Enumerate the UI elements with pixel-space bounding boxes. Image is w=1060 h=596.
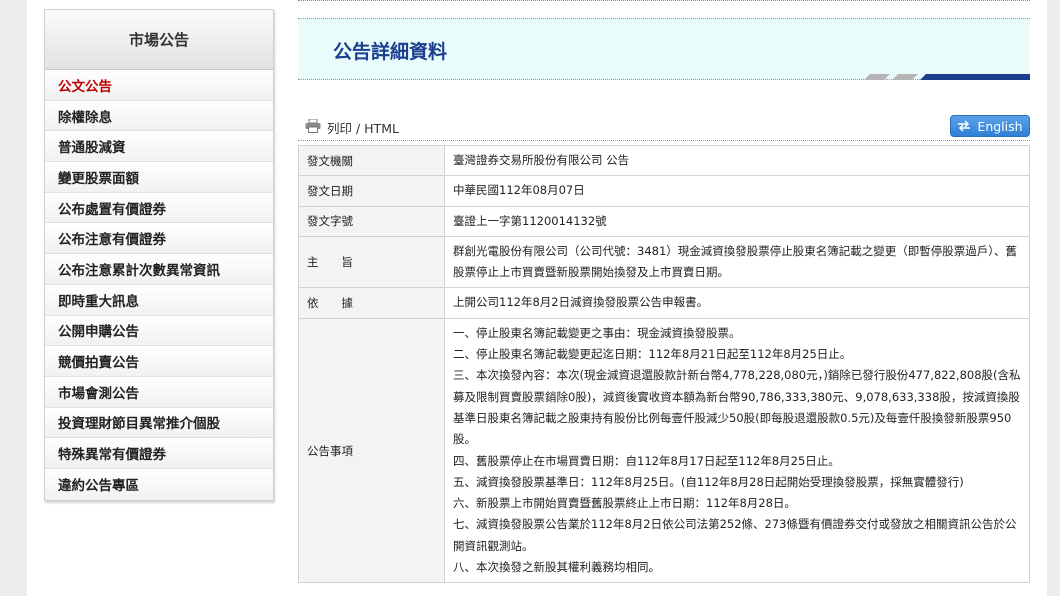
sidebar-item-attention-count[interactable]: 公布注意累計次數異常資訊	[45, 254, 273, 285]
matter-item: 五、減資換發股票基準日：112年8月25日。(自112年8月28日起開始受理換發…	[453, 474, 964, 489]
basis-value: 上開公司112年8月2日減資換發股票公告申報書。	[444, 287, 1030, 319]
issuer-label: 發文機關	[298, 144, 445, 177]
english-button-label: English	[977, 118, 1023, 134]
title-banner: 公告詳細資料	[298, 18, 1030, 80]
matter-item: 四、舊股票停止在市場買賣日期：自112年8月17日起至112年8月25日止。	[453, 453, 840, 468]
announcement-detail-table: 發文機關 臺灣證券交易所股份有限公司 公告 發文日期 中華民國112年08月07…	[298, 144, 1030, 584]
sidebar-item-public-subscription[interactable]: 公開申購公告	[45, 315, 273, 347]
basis-label: 依 據	[298, 287, 445, 319]
decorative-stripes	[864, 74, 1030, 80]
subject-value: 群創光電股份有限公司（公司代號：3481）現金減資換發股票停止股東名簿記載之變更…	[444, 235, 1030, 289]
date-label: 發文日期	[298, 175, 445, 207]
sidebar-item-market-test[interactable]: 市場會測公告	[45, 376, 273, 408]
swap-icon	[958, 120, 971, 132]
subject-label: 主 旨	[298, 235, 445, 289]
sidebar-item-default-notice[interactable]: 違約公告專區	[45, 468, 273, 500]
table-row: 發文日期 中華民國112年08月07日	[298, 175, 1030, 207]
matter-item: 一、停止股東名簿記載變更之事由：現金減資換發股票。	[453, 325, 741, 340]
page: 市場公告 公文公告 除權除息 普通股減資 變更股票面額 公布處置有價證券 公布注…	[27, 0, 1047, 596]
print-html-link[interactable]: 列印 / HTML	[327, 118, 399, 137]
sidebar-item-disposition-securities[interactable]: 公布處置有價證券	[45, 192, 273, 224]
table-row: 發文機關 臺灣證券交易所股份有限公司 公告	[298, 144, 1030, 177]
sidebar-item-special-securities[interactable]: 特殊異常有價證券	[45, 438, 273, 469]
table-row: 主 旨 群創光電股份有限公司（公司代號：3481）現金減資換發股票停止股東名簿記…	[298, 235, 1030, 289]
matter-item: 三、本次換發內容：本次(現金減資退還股款計新台幣4,778,228,080元，)…	[453, 368, 1021, 447]
sidebar-title: 市場公告	[45, 10, 273, 70]
sidebar-item-material-info[interactable]: 即時重大訊息	[45, 284, 273, 316]
sidebar-item-ex-rights[interactable]: 除權除息	[45, 100, 273, 132]
matters-value: 一、停止股東名簿記載變更之事由：現金減資換發股票。 二、停止股東名簿記載變更起迄…	[444, 317, 1030, 584]
sidebar: 市場公告 公文公告 除權除息 普通股減資 變更股票面額 公布處置有價證券 公布注…	[44, 9, 274, 501]
page-title: 公告詳細資料	[333, 41, 448, 63]
table-row: 公告事項 一、停止股東名簿記載變更之事由：現金減資換發股票。 二、停止股東名簿記…	[298, 317, 1030, 584]
matters-label: 公告事項	[298, 317, 445, 584]
issuer-value: 臺灣證券交易所股份有限公司 公告	[444, 144, 1030, 177]
docno-value: 臺證上一字第1120014132號	[444, 205, 1030, 237]
sidebar-item-capital-reduction[interactable]: 普通股減資	[45, 131, 273, 163]
sidebar-item-official-notice[interactable]: 公文公告	[45, 70, 273, 101]
english-button[interactable]: English	[950, 115, 1030, 137]
matter-item: 六、新股票上市開始買賣暨舊股票終止上市日期：112年8月28日。	[453, 496, 796, 511]
toolbar: 列印 / HTML English	[298, 115, 1030, 141]
sidebar-item-auction[interactable]: 競價拍賣公告	[45, 346, 273, 377]
docno-label: 發文字號	[298, 205, 445, 237]
date-value: 中華民國112年08月07日	[444, 175, 1030, 207]
table-row: 發文字號 臺證上一字第1120014132號	[298, 205, 1030, 237]
matter-item: 七、減資換發股票公告業於112年8月2日依公司法第252條、273條暨有價證券交…	[453, 517, 1017, 553]
matter-item: 二、停止股東名簿記載變更起迄日期：112年8月21日起至112年8月25日止。	[453, 347, 852, 362]
printer-icon[interactable]	[305, 119, 321, 133]
sidebar-item-program-stocks[interactable]: 投資理財節目異常推介個股	[45, 407, 273, 439]
table-row: 依 據 上開公司112年8月2日減資換發股票公告申報書。	[298, 287, 1030, 319]
matter-item: 八、本次換發之新股其權利義務均相同。	[453, 560, 660, 575]
sidebar-item-attention-securities[interactable]: 公布注意有價證券	[45, 223, 273, 255]
top-divider	[298, 0, 1030, 1]
sidebar-item-par-value-change[interactable]: 變更股票面額	[45, 162, 273, 193]
